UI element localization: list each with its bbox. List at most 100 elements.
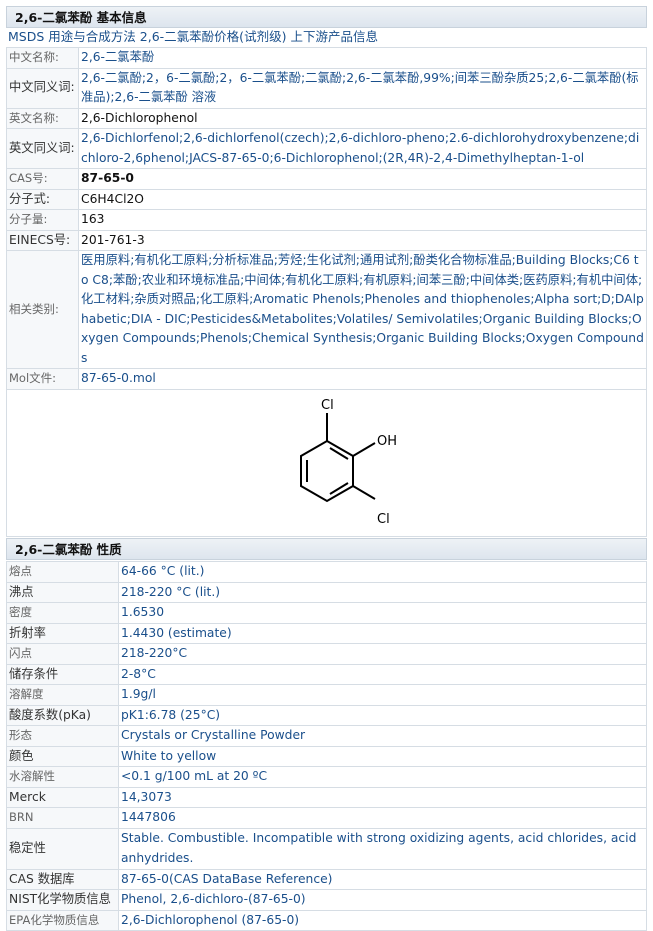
- price-link[interactable]: 2,6-二氯苯酚价格(试剂级): [140, 29, 287, 44]
- prop-label: BRN: [6, 807, 119, 829]
- prop-row: CAS 数据库 87-65-0(CAS DataBase Reference): [6, 868, 647, 890]
- row-en-synonyms: 英文同义词: 2,6-Dichlorfenol;2,6-dichlorfenol…: [6, 128, 647, 169]
- value-mw: 163: [78, 209, 647, 231]
- prop-row: EPA化学物质信息 2,6-Dichlorophenol (87-65-0): [6, 909, 647, 931]
- value-cn-name[interactable]: 2,6-二氯苯酚: [78, 47, 647, 69]
- prop-label: 储存条件: [6, 663, 119, 685]
- value-en-name: 2,6-Dichlorophenol: [78, 107, 647, 129]
- prop-value: 2-8°C: [118, 663, 647, 685]
- prop-label: NIST化学物质信息: [6, 889, 119, 911]
- label-mol: Mol文件:: [6, 368, 79, 390]
- value-einecs: 201-761-3: [78, 229, 647, 251]
- label-en-name: 英文名称:: [6, 107, 79, 129]
- benzene-ring: [299, 439, 354, 502]
- double-bond-top: [328, 446, 349, 460]
- properties-table: 熔点 64-66 °C (lit.) 沸点 218-220 °C (lit.) 密度…: [6, 561, 647, 931]
- prop-row: 密度 1.6530: [6, 602, 647, 624]
- updown-link[interactable]: 上下游产品信息: [290, 29, 378, 44]
- prop-value: White to yellow: [118, 745, 647, 767]
- properties-header: 2,6-二氯苯酚 性质: [6, 538, 647, 560]
- prop-label: 酸度系数(pKa): [6, 704, 119, 726]
- prop-row: 形态 Crystals or Crystalline Powder: [6, 725, 647, 747]
- prop-row: 储存条件 2-8°C: [6, 663, 647, 685]
- prop-value: 1.9g/l: [118, 684, 647, 706]
- label-cn-synonyms: 中文同义词:: [6, 67, 79, 109]
- prop-row: 闪点 218-220°C: [6, 643, 647, 665]
- prop-value: 1.4430 (estimate): [118, 622, 647, 644]
- prop-label: CAS 数据库: [6, 868, 119, 890]
- prop-value: Stable. Combustible. Incompatible with s…: [118, 827, 647, 870]
- value-cn-synonyms[interactable]: 2,6-二氯酚;2，6-二氯酚;2，6-二氯苯酚;二氯酚;2,6-二氯苯酚,99…: [78, 67, 647, 109]
- prop-row: BRN 1447806: [6, 807, 647, 829]
- bond-cl-bottom: [351, 484, 376, 500]
- msds-link[interactable]: MSDS: [8, 29, 44, 44]
- prop-row: 溶解度 1.9g/l: [6, 684, 647, 706]
- prop-label: 颜色: [6, 745, 119, 767]
- prop-label: 熔点: [6, 561, 119, 583]
- structure-cell: Cl OH Cl: [6, 388, 647, 537]
- value-en-synonyms[interactable]: 2,6-Dichlorfenol;2,6-dichlorfenol(czech)…: [78, 128, 647, 169]
- prop-row: 酸度系数(pKa) pK1:6.78 (25°C): [6, 704, 647, 726]
- usage-link[interactable]: 用途与合成方法: [48, 29, 136, 44]
- prop-label: 沸点: [6, 581, 119, 603]
- row-formula: 分子式: C6H4Cl2O: [6, 188, 647, 210]
- prop-value: 218-220°C: [118, 643, 647, 665]
- value-cas: 87-65-0: [78, 168, 647, 190]
- label-cas: CAS号:: [6, 168, 79, 190]
- prop-label: 密度: [6, 602, 119, 624]
- prop-value: 64-66 °C (lit.): [118, 561, 647, 583]
- prop-value: 1.6530: [118, 602, 647, 624]
- label-formula: 分子式:: [6, 188, 79, 210]
- prop-value[interactable]: 2,6-Dichlorophenol (87-65-0): [118, 909, 647, 931]
- prop-value[interactable]: Phenol, 2,6-dichloro-(87-65-0): [118, 889, 647, 911]
- value-categories[interactable]: 医用原料;有机化工原料;分析标准品;芳烃;生化试剂;通用试剂;酚类化合物标准品;…: [78, 250, 647, 369]
- prop-label: 闪点: [6, 643, 119, 665]
- value-mol[interactable]: 87-65-0.mol: [78, 368, 647, 390]
- label-categories: 相关类别:: [6, 250, 79, 369]
- row-en-name: 英文名称: 2,6-Dichlorophenol: [6, 107, 647, 129]
- structure-image: Cl OH Cl: [299, 398, 397, 527]
- double-bond-bottom: [328, 481, 349, 495]
- page: 2,6-二氯苯酚 基本信息 MSDS 用途与合成方法 2,6-二氯苯酚价格(试剂级)…: [0, 0, 653, 931]
- row-categories: 相关类别: 医用原料;有机化工原料;分析标准品;芳烃;生化试剂;通用试剂;酚类化…: [6, 250, 647, 369]
- prop-value[interactable]: 87-65-0(CAS DataBase Reference): [118, 868, 647, 890]
- prop-row: 熔点 64-66 °C (lit.): [6, 561, 647, 583]
- row-mw: 分子量: 163: [6, 209, 647, 231]
- prop-value: 14,3073: [118, 786, 647, 808]
- row-mol: Mol文件: 87-65-0.mol: [6, 368, 647, 390]
- prop-label: EPA化学物质信息: [6, 909, 119, 931]
- prop-label: 形态: [6, 725, 119, 747]
- quick-links: MSDS 用途与合成方法 2,6-二氯苯酚价格(试剂级) 上下游产品信息: [6, 28, 649, 46]
- prop-row: 沸点 218-220 °C (lit.): [6, 581, 647, 603]
- label-en-synonyms: 英文同义词:: [6, 128, 79, 169]
- prop-value: Crystals or Crystalline Powder: [118, 725, 647, 747]
- row-structure: Cl OH Cl: [6, 388, 647, 537]
- prop-value: 1447806: [118, 807, 647, 829]
- prop-value: 218-220 °C (lit.): [118, 581, 647, 603]
- atom-oh: OH: [377, 434, 397, 449]
- row-einecs: EINECS号: 201-761-3: [6, 229, 647, 251]
- row-cn-name: 中文名称: 2,6-二氯苯酚: [6, 47, 647, 69]
- prop-value: pK1:6.78 (25°C): [118, 704, 647, 726]
- atom-cl-top: Cl: [321, 398, 334, 413]
- label-mw: 分子量:: [6, 209, 79, 231]
- row-cn-synonyms: 中文同义词: 2,6-二氯酚;2，6-二氯酚;2，6-二氯苯酚;二氯酚;2,6-…: [6, 67, 647, 109]
- label-cn-name: 中文名称:: [6, 47, 79, 69]
- prop-row: Merck 14,3073: [6, 786, 647, 808]
- prop-value: <0.1 g/100 mL at 20 ºC: [118, 766, 647, 788]
- atom-cl-bottom: Cl: [377, 512, 390, 527]
- value-formula: C6H4Cl2O: [78, 188, 647, 210]
- row-cas: CAS号: 87-65-0: [6, 168, 647, 190]
- basic-info-table: 中文名称: 2,6-二氯苯酚 中文同义词: 2,6-二氯酚;2，6-二氯酚;2，…: [6, 47, 647, 537]
- prop-label: 折射率: [6, 622, 119, 644]
- prop-row: 折射率 1.4430 (estimate): [6, 622, 647, 644]
- prop-row: 稳定性 Stable. Combustible. Incompatible wit…: [6, 827, 647, 870]
- prop-row: NIST化学物质信息 Phenol, 2,6-dichloro-(87-65-0): [6, 889, 647, 911]
- prop-row: 颜色 White to yellow: [6, 745, 647, 767]
- bond-oh: [351, 441, 376, 457]
- prop-label: 溶解度: [6, 684, 119, 706]
- prop-label: Merck: [6, 786, 119, 808]
- prop-label: 稳定性: [6, 827, 119, 870]
- basic-info-header: 2,6-二氯苯酚 基本信息: [6, 6, 647, 28]
- prop-label: 水溶解性: [6, 766, 119, 788]
